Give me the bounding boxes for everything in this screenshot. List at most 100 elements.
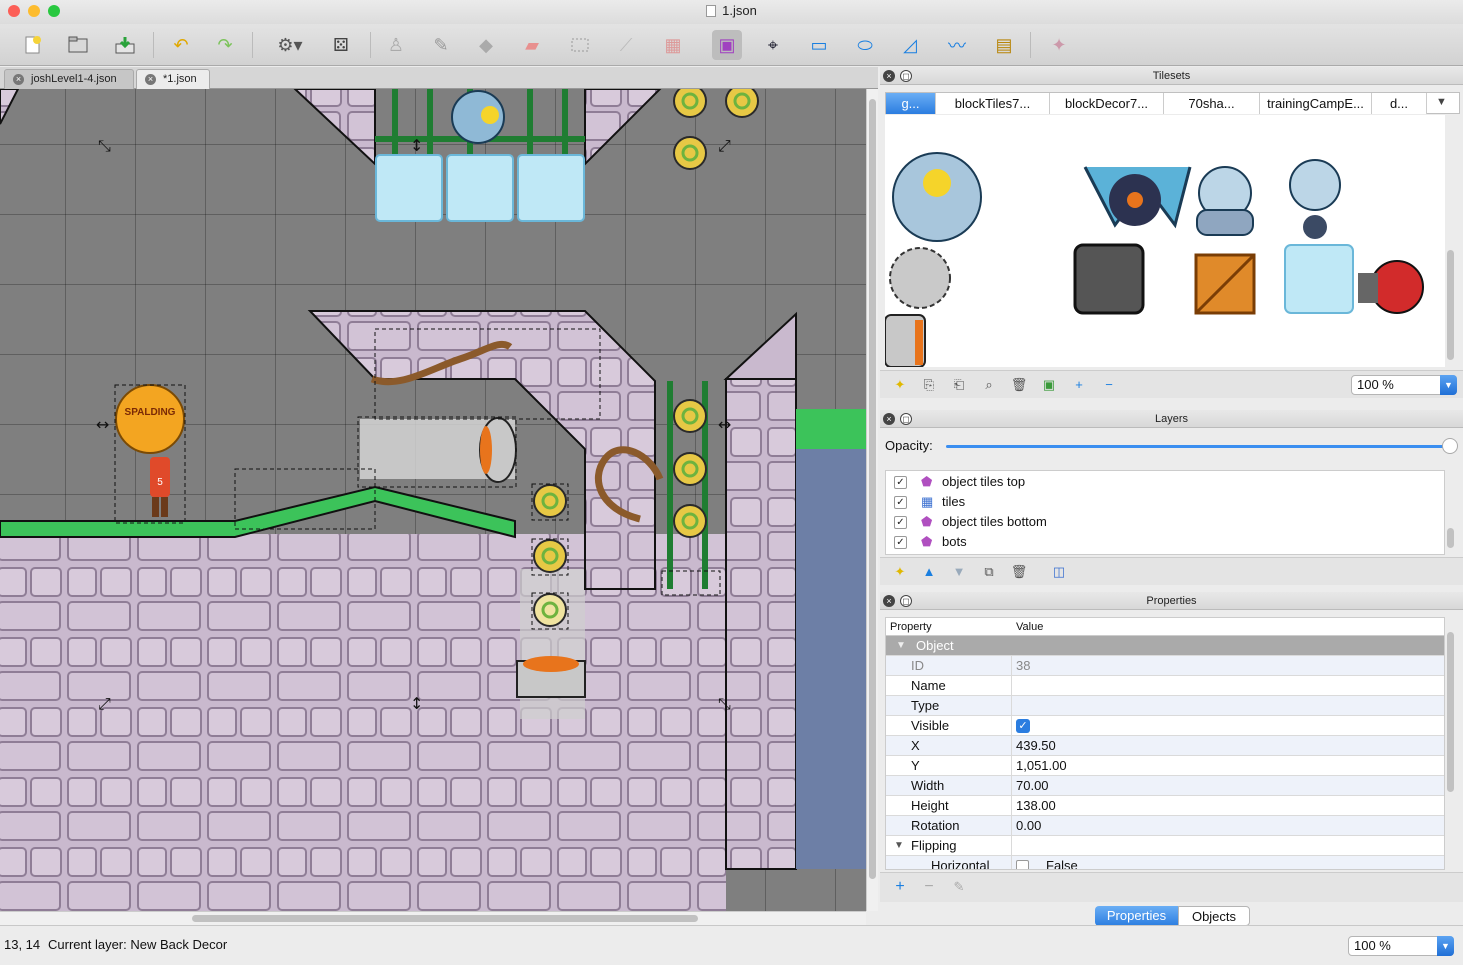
insert-polygon-icon[interactable]: ◿ — [895, 30, 925, 60]
redo-icon[interactable]: ↷ — [210, 30, 240, 60]
layer-visible-checkbox[interactable]: ✓ — [894, 496, 907, 509]
layer-visible-checkbox[interactable]: ✓ — [894, 536, 907, 549]
cursor-coords: 13, 14 — [4, 937, 41, 952]
tab-properties[interactable]: Properties — [1095, 906, 1178, 926]
close-window-button[interactable] — [8, 5, 20, 17]
magic-wand-icon[interactable]: ⟋ — [611, 30, 641, 60]
raise-layer-icon[interactable]: ▲ — [920, 563, 938, 581]
edit-terrain-icon[interactable]: ▣ — [1040, 376, 1058, 394]
tile-animation-icon[interactable]: ✦ — [1044, 30, 1074, 60]
layer-item[interactable]: ✓ ⬟ object tiles bottom — [886, 512, 1444, 532]
table-row[interactable]: Visible ✓ — [886, 716, 1444, 736]
eraser-icon[interactable]: ▰ — [517, 30, 547, 60]
player-character: SPALDING 5 — [115, 384, 185, 517]
terrain-brush-icon[interactable]: ✎ — [426, 30, 456, 60]
select-same-tile-icon[interactable]: ▦ — [658, 30, 688, 60]
close-tab-icon[interactable]: × — [145, 74, 156, 85]
window-title: 1.json — [722, 3, 757, 18]
tileset-properties-icon[interactable]: ⌕ — [980, 376, 998, 394]
tileset-tab-5[interactable]: d... — [1372, 93, 1427, 114]
add-property-icon[interactable]: + — [891, 878, 909, 896]
opacity-slider-thumb[interactable] — [1442, 438, 1458, 454]
float-dock-icon[interactable]: ◻ — [900, 595, 912, 607]
layer-scrollbar[interactable] — [1447, 528, 1454, 548]
float-dock-icon[interactable]: ◻ — [900, 70, 912, 82]
lower-layer-icon[interactable]: ▼ — [950, 563, 968, 581]
tileset-view[interactable] — [885, 115, 1445, 367]
tileset-tab-1[interactable]: blockTiles7... — [936, 93, 1050, 114]
table-row[interactable]: Height 138.00 — [886, 796, 1444, 816]
layer-item[interactable]: ✓ ⬟ object tiles top — [886, 472, 1444, 492]
group-row-object[interactable]: ▼ Object — [886, 636, 1444, 656]
delete-layer-icon[interactable]: 🗑 — [1010, 563, 1028, 581]
new-layer-icon[interactable]: ✦ — [891, 563, 909, 581]
map-zoom-select[interactable]: 100 % ▼ — [1348, 936, 1454, 956]
tileset-tab-3[interactable]: 70sha... — [1164, 93, 1260, 114]
table-row[interactable]: ▼ Flipping — [886, 836, 1444, 856]
expand-arrow-icon[interactable]: ▼ — [896, 636, 906, 656]
doc-tab-1[interactable]: × *1.json — [136, 69, 210, 89]
canvas-horizontal-scrollbar[interactable] — [0, 911, 866, 925]
visible-checkbox[interactable]: ✓ — [1016, 719, 1030, 733]
table-row[interactable]: Name — [886, 676, 1444, 696]
layer-item[interactable]: ✓ ⬟ bots — [886, 532, 1444, 552]
insert-polyline-icon[interactable]: 〰 — [942, 30, 972, 60]
layer-visible-checkbox[interactable]: ✓ — [894, 476, 907, 489]
table-row[interactable]: ID 38 — [886, 656, 1444, 676]
random-mode-icon[interactable]: ⚙▾ — [275, 30, 305, 60]
duplicate-layer-icon[interactable]: ⧉ — [980, 563, 998, 581]
tileset-tab-2[interactable]: blockDecor7... — [1050, 93, 1164, 114]
horizontal-checkbox[interactable] — [1016, 860, 1029, 869]
close-dock-icon[interactable]: × — [883, 70, 895, 82]
rename-property-icon[interactable]: ✎ — [950, 878, 968, 896]
rect-select-icon[interactable] — [565, 30, 595, 60]
layer-visible-checkbox[interactable]: ✓ — [894, 516, 907, 529]
table-row[interactable]: Rotation 0.00 — [886, 816, 1444, 836]
add-tiles-icon[interactable]: + — [1070, 376, 1088, 394]
insert-rectangle-icon[interactable]: ▭ — [804, 30, 834, 60]
close-dock-icon[interactable]: × — [883, 413, 895, 425]
tileset-tab-0[interactable]: g... — [886, 93, 936, 114]
new-file-icon[interactable] — [18, 30, 48, 60]
dice-icon[interactable]: ⚄ — [326, 30, 356, 60]
float-dock-icon[interactable]: ◻ — [900, 413, 912, 425]
insert-ellipse-icon[interactable]: ⬭ — [850, 30, 880, 60]
select-objects-icon[interactable]: ▣ — [712, 30, 742, 60]
properties-scrollbar[interactable] — [1447, 632, 1454, 792]
minimize-window-button[interactable] — [28, 5, 40, 17]
undo-icon[interactable]: ↶ — [166, 30, 196, 60]
layer-item[interactable]: ✓ ▦ tiles — [886, 492, 1444, 512]
bucket-fill-icon[interactable]: ◆ — [471, 30, 501, 60]
new-tileset-icon[interactable]: ✦ — [891, 376, 909, 394]
import-tileset-icon[interactable]: ⎘ — [920, 376, 938, 394]
table-row[interactable]: Type — [886, 696, 1444, 716]
zoom-window-button[interactable] — [48, 5, 60, 17]
table-row[interactable]: Horizontal False — [886, 856, 1444, 869]
tileset-tabs-menu-icon[interactable]: ▼ — [1436, 96, 1447, 108]
open-file-icon[interactable] — [63, 30, 93, 60]
stamp-brush-icon[interactable]: ♙ — [381, 30, 411, 60]
save-file-icon[interactable] — [110, 30, 140, 60]
insert-tile-icon[interactable]: ▤ — [989, 30, 1019, 60]
edit-polygons-icon[interactable]: ⌖ — [758, 30, 788, 60]
tileset-zoom-select[interactable]: 100 % ▼ — [1351, 375, 1457, 395]
canvas-vertical-scrollbar[interactable] — [866, 89, 878, 911]
show-hide-layers-icon[interactable]: ◫ — [1050, 563, 1068, 581]
tileset-scrollbar[interactable] — [1447, 250, 1454, 360]
export-tileset-icon[interactable]: ⎗ — [950, 376, 968, 394]
remove-tiles-icon[interactable]: − — [1100, 376, 1118, 394]
svg-text:⤢: ⤢ — [718, 136, 731, 155]
close-dock-icon[interactable]: × — [883, 595, 895, 607]
map-canvas[interactable]: SPALDING 5 ⤡ ↕ ⤢ ↔ ↔ ⤢ ↕ ⤡ — [0, 89, 866, 911]
document-tabs: × joshLevel1-4.json × *1.json — [0, 67, 878, 89]
opacity-slider[interactable] — [946, 445, 1450, 448]
delete-tileset-icon[interactable]: 🗑 — [1010, 376, 1028, 394]
tab-objects[interactable]: Objects — [1178, 906, 1250, 926]
tileset-tab-4[interactable]: trainingCampE... — [1260, 93, 1372, 114]
table-row[interactable]: X 439.50 — [886, 736, 1444, 756]
doc-tab-0[interactable]: × joshLevel1-4.json — [4, 69, 134, 89]
table-row[interactable]: Width 70.00 — [886, 776, 1444, 796]
table-row[interactable]: Y 1,051.00 — [886, 756, 1444, 776]
remove-property-icon[interactable]: − — [920, 878, 938, 896]
close-tab-icon[interactable]: × — [13, 74, 24, 85]
